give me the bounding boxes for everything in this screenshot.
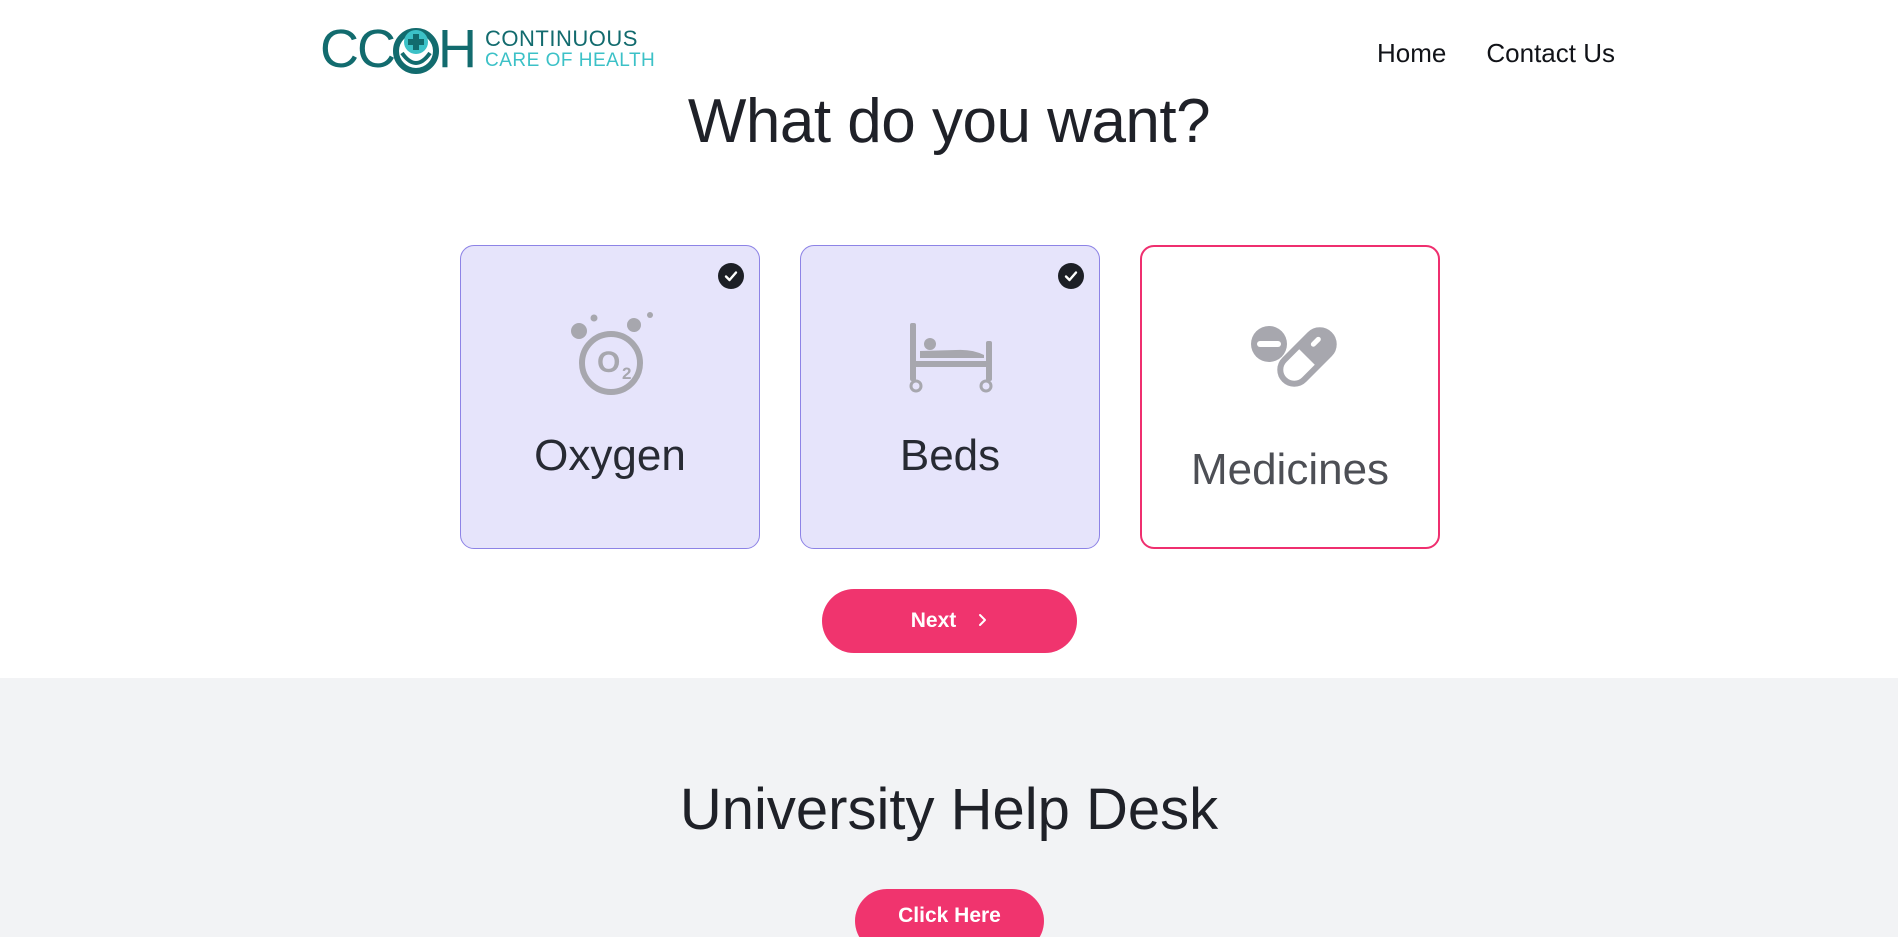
page-title: What do you want? [687, 87, 1211, 156]
option-card-beds[interactable]: Beds [800, 245, 1100, 549]
checkmark-icon [718, 263, 744, 289]
pills-icon [1247, 312, 1337, 402]
click-here-button[interactable]: Click Here [855, 889, 1044, 937]
help-desk-title: University Help Desk [679, 777, 1219, 842]
nav-contact-us-link[interactable]: Contact Us [1486, 38, 1615, 69]
logo-line-1: CONTINUOUS [485, 26, 638, 51]
nav-home-link[interactable]: Home [1377, 38, 1446, 69]
logo-line-2: CARE OF HEALTH [485, 50, 656, 71]
next-button[interactable]: Next [822, 589, 1077, 653]
option-label-medicines: Medicines [1190, 445, 1390, 494]
main-nav: Home Contact Us [1377, 38, 1615, 69]
option-cards: O 2 Oxygen Beds Medicines [460, 245, 1440, 549]
logo-mark: CC H [320, 19, 477, 79]
option-card-oxygen[interactable]: O 2 Oxygen [460, 245, 760, 549]
ccoh-logo[interactable]: CC H CONTINUOUS CARE OF HEALTH [320, 22, 655, 76]
option-card-medicines[interactable]: Medicines [1140, 245, 1440, 549]
checkmark-icon [1058, 263, 1084, 289]
svg-text:2: 2 [622, 364, 631, 383]
oxygen-icon: O 2 [566, 311, 656, 401]
option-label-oxygen: Oxygen [534, 431, 686, 480]
svg-text:O: O [597, 346, 620, 379]
next-button-label: Next [910, 609, 957, 632]
bed-icon [906, 311, 996, 401]
logo-heart-cross-icon [392, 23, 440, 75]
option-label-beds: Beds [899, 431, 1001, 480]
chevron-right-icon [976, 609, 988, 633]
help-desk-section: University Help Desk Click Here [0, 678, 1898, 937]
